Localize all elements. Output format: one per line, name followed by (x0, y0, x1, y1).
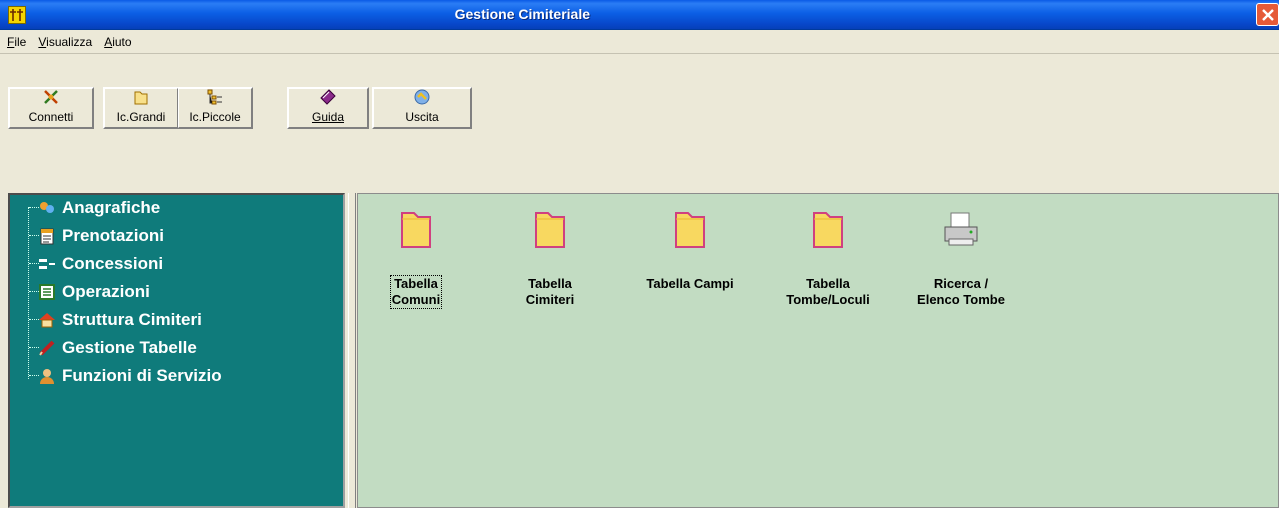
tree-item-operazioni[interactable]: Operazioni (38, 279, 150, 305)
help-book-icon (319, 88, 337, 106)
tree-item-label: Prenotazioni (62, 226, 165, 245)
tree-item-label: Anagrafiche (62, 198, 161, 217)
toolbar-group-view: Ic.Grandi Ic.Piccole (103, 87, 253, 129)
panel-item-tabella-campi[interactable]: Tabella Campi (626, 206, 754, 292)
toolbar-group-exit: Uscita (372, 87, 472, 129)
connect-label: Connetti (28, 110, 74, 124)
window-title: Gestione Cimiteriale (454, 6, 590, 22)
exit-button[interactable]: Uscita (373, 88, 471, 128)
tree-item-label: Gestione Tabelle (62, 338, 197, 357)
small-icons-button[interactable]: Ic.Piccole (178, 88, 252, 128)
panel-item-ricerca-elenco-tombe[interactable]: Ricerca / Elenco Tombe (897, 206, 1025, 308)
tree-item-label: Concessioni (62, 254, 164, 273)
folder-icon (530, 206, 570, 252)
list-icon (38, 283, 56, 301)
clipboard-icon (38, 227, 56, 245)
tree-item-label: Funzioni di Servizio (62, 366, 222, 385)
toolbar-group-connect: Connetti (8, 87, 94, 129)
toolbar-group-help: Guida (287, 87, 369, 129)
tree-item-label: Operazioni (62, 282, 150, 301)
house-icon (38, 311, 56, 329)
tree-item-concessioni[interactable]: Concessioni (38, 251, 163, 277)
main-area: Anagrafiche Prenotazioni Concessioni Ope… (0, 187, 1279, 508)
tree-item-anagrafiche[interactable]: Anagrafiche (38, 195, 160, 221)
pencil-icon (38, 339, 56, 357)
panel-item-label: Tabella Comuni (389, 275, 443, 309)
panel-item-label: Tabella Cimiteri (525, 276, 575, 307)
large-icons-button[interactable]: Ic.Grandi (104, 88, 178, 128)
navigation-tree: Anagrafiche Prenotazioni Concessioni Ope… (8, 193, 345, 508)
connect-icon (42, 88, 60, 106)
close-button[interactable] (1256, 3, 1279, 26)
large-icons-icon (132, 88, 150, 106)
tree-item-funzioni-servizio[interactable]: Funzioni di Servizio (38, 363, 222, 389)
folder-icon (808, 206, 848, 252)
hierarchy-icon (38, 255, 56, 273)
folder-icon (396, 206, 436, 252)
panel-item-tabella-comuni[interactable]: Tabella Comuni (352, 206, 480, 309)
close-icon (1261, 8, 1274, 21)
title-bar[interactable]: Gestione Cimiteriale (0, 0, 1279, 30)
help-button[interactable]: Guida (288, 88, 368, 128)
panel-item-label: Tabella Tombe/Loculi (786, 276, 870, 307)
small-icons-icon (206, 88, 224, 106)
exit-label: Uscita (405, 110, 439, 124)
tree-item-label: Struttura Cimiteri (62, 310, 202, 329)
panel-item-tabella-tombe-loculi[interactable]: Tabella Tombe/Loculi (764, 206, 892, 308)
service-icon (38, 367, 56, 385)
tree-item-gestione-tabelle[interactable]: Gestione Tabelle (38, 335, 197, 361)
connect-button[interactable]: Connetti (9, 88, 93, 128)
menu-bar: File Visualizza Aiuto (0, 30, 1279, 54)
menu-visualizza[interactable]: Visualizza (38, 35, 98, 49)
menu-file[interactable]: File (7, 35, 32, 49)
tree-item-prenotazioni[interactable]: Prenotazioni (38, 223, 164, 249)
folder-icon (670, 206, 710, 252)
tree-connector (28, 207, 29, 379)
panel-item-label: Tabella Campi (646, 276, 734, 291)
panel-item-tabella-cimiteri[interactable]: Tabella Cimiteri (486, 206, 614, 308)
printer-icon (941, 206, 981, 252)
small-icons-label: Ic.Piccole (189, 110, 241, 124)
tree-item-struttura-cimiteri[interactable]: Struttura Cimiteri (38, 307, 202, 333)
menu-aiuto[interactable]: Aiuto (104, 35, 137, 49)
large-icons-label: Ic.Grandi (116, 110, 166, 124)
people-icon (38, 199, 56, 217)
content-panel: Tabella Comuni Tabella Cimiteri Tabella … (357, 193, 1279, 508)
panel-item-label: Ricerca / Elenco Tombe (917, 276, 1005, 307)
toolbar: Connetti Ic.Grandi Ic.Piccole Guida Usci… (0, 55, 1279, 148)
help-label: Guida (311, 110, 345, 124)
exit-icon (413, 88, 431, 106)
